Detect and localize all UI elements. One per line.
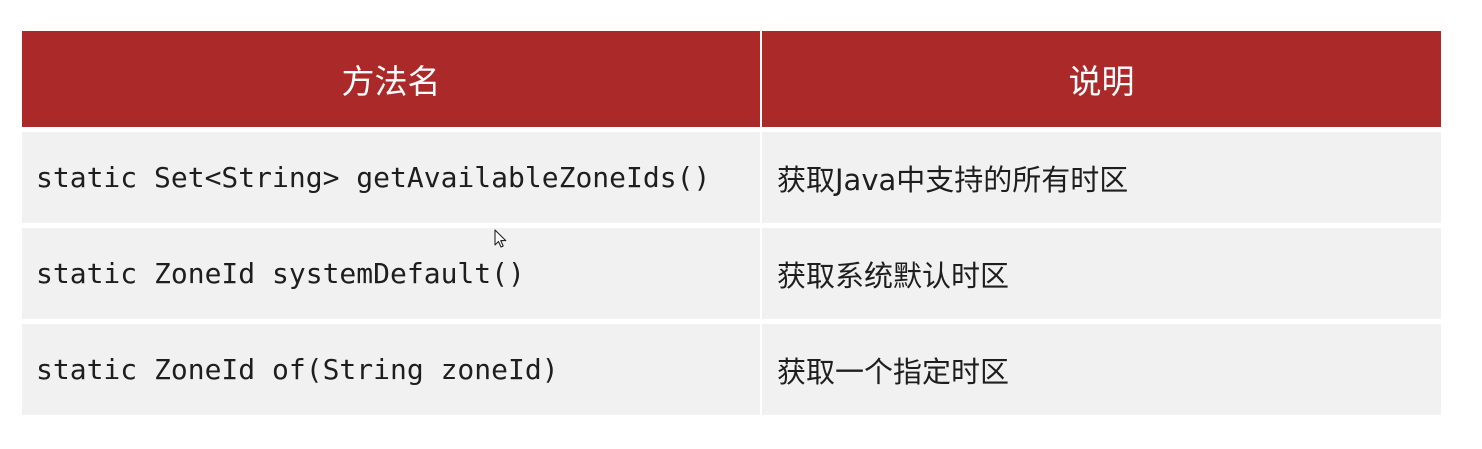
mouse-pointer-icon: [494, 229, 507, 248]
method-signature-cell: static Set<String> getAvailableZoneIds(): [22, 132, 760, 223]
method-table: 方法名 说明 static Set<String> getAvailableZo…: [22, 31, 1441, 415]
description-cell: 获取系统默认时区: [762, 228, 1441, 319]
column-header-description: 说明: [762, 31, 1441, 127]
description-cell: 获取Java中支持的所有时区: [762, 132, 1441, 223]
method-signature-cell: static ZoneId systemDefault(): [22, 228, 760, 319]
column-header-method-name: 方法名: [22, 31, 760, 127]
table-row: static ZoneId of(String zoneId) 获取一个指定时区: [22, 324, 1441, 415]
table-header-row: 方法名 说明: [22, 31, 1441, 127]
table-row: static Set<String> getAvailableZoneIds()…: [22, 132, 1441, 223]
description-cell: 获取一个指定时区: [762, 324, 1441, 415]
method-signature-cell: static ZoneId of(String zoneId): [22, 324, 760, 415]
table-row: static ZoneId systemDefault() 获取系统默认时区: [22, 228, 1441, 319]
